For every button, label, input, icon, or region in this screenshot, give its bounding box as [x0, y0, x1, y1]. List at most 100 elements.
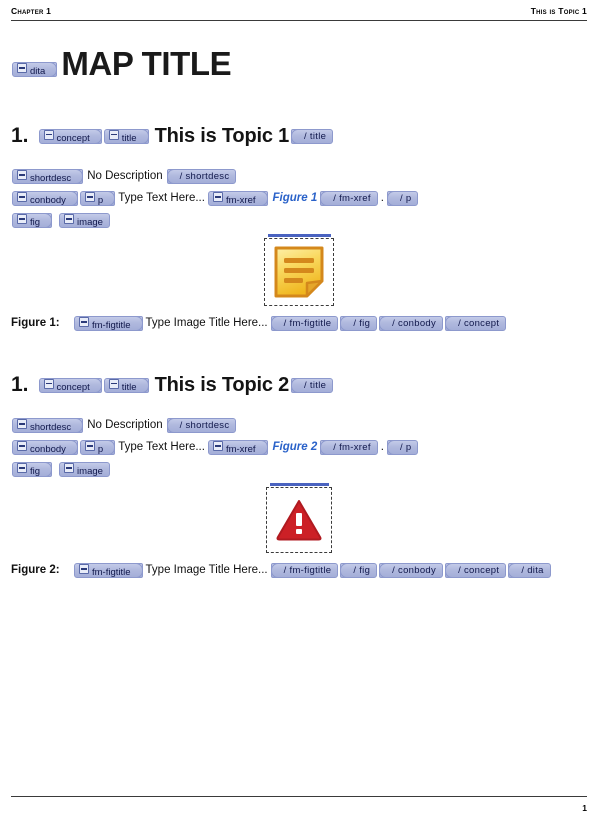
figure-title-text-2[interactable]: Type Image Title Here... [146, 563, 268, 578]
end-tag-shortdesc-2[interactable]: / shortdesc [166, 418, 237, 433]
paragraph-period-2: . [380, 441, 384, 453]
collapse-minus-icon[interactable] [64, 463, 75, 473]
collapse-minus-icon[interactable] [17, 463, 27, 473]
end-tag-p-2[interactable]: / p [386, 440, 419, 455]
start-tag-fm-figtitle-1[interactable]: fm-figtitle [74, 316, 143, 331]
collapse-minus-icon[interactable] [79, 317, 89, 327]
warning-graphic-2 [267, 488, 331, 552]
end-tag-fm-xref-2[interactable]: / fm-xref [320, 440, 378, 455]
topic-heading-2: 1. concept title This is Topic 2 / title [11, 373, 587, 397]
end-tag-fig-1[interactable]: / fig [340, 316, 378, 331]
end-tag-fm-xref-1[interactable]: / fm-xref [320, 191, 378, 206]
anchor-marker [268, 234, 324, 237]
end-tag-fig-2[interactable]: / fig [340, 563, 378, 578]
start-tag-dita[interactable]: dita [12, 62, 58, 77]
collapse-minus-icon[interactable] [17, 170, 27, 180]
graphic-frame-1[interactable] [264, 234, 334, 306]
collapse-minus-icon[interactable] [17, 63, 27, 73]
topic-heading-1: 1. concept title This is Topic 1 / title [11, 124, 587, 148]
paragraph-text-1[interactable]: Type Text Here... [118, 191, 205, 206]
shortdesc-text-2[interactable]: No Description [87, 418, 162, 433]
start-tag-shortdesc-1[interactable]: shortdesc [12, 169, 84, 184]
end-tag-conbody-1[interactable]: / conbody [379, 316, 444, 331]
page-number: 1 [582, 803, 587, 813]
start-tag-concept-1[interactable]: concept [38, 128, 103, 144]
collapse-minus-icon[interactable] [212, 192, 223, 202]
fig-image-tag-line-1: fig image [11, 213, 587, 228]
collapse-minus-icon[interactable] [17, 214, 27, 224]
start-tag-p-2[interactable]: p [79, 440, 116, 455]
start-tag-fig-1[interactable]: fig [12, 213, 53, 228]
topic-number-1: 1. [11, 124, 29, 147]
conbody-paragraph-line-2: conbody p Type Text Here... fm-xref Figu… [11, 440, 587, 455]
warning-icon [276, 500, 322, 541]
collapse-minus-icon[interactable] [79, 564, 89, 574]
end-tag-concept-1[interactable]: / concept [445, 316, 507, 331]
start-tag-conbody-1[interactable]: conbody [12, 191, 78, 206]
start-tag-title-2[interactable]: title [103, 377, 149, 393]
collapse-minus-icon[interactable] [108, 378, 119, 389]
start-tag-title-1[interactable]: title [103, 128, 149, 144]
header-right-text: This is Topic 1 [530, 6, 587, 16]
map-title-row: dita MAP TITLE [11, 34, 587, 82]
collapse-minus-icon[interactable] [84, 192, 95, 202]
figure-caption-line-1: Figure 1: fm-figtitle Type Image Title H… [11, 316, 587, 331]
graphic-frame-2[interactable] [266, 483, 332, 553]
figure-title-text-1[interactable]: Type Image Title Here... [146, 316, 268, 331]
collapse-minus-icon[interactable] [108, 129, 119, 140]
end-tag-concept-2[interactable]: / concept [445, 563, 507, 578]
topic-number-2: 1. [11, 373, 29, 396]
conbody-paragraph-line-1: conbody p Type Text Here... fm-xref Figu… [11, 191, 587, 206]
xref-text-2[interactable]: Figure 2 [273, 440, 318, 455]
note-icon [274, 246, 324, 298]
end-tag-shortdesc-1[interactable]: / shortdesc [166, 169, 237, 184]
end-tag-fm-figtitle-2[interactable]: / fm-figtitle [270, 563, 339, 578]
start-tag-p-1[interactable]: p [79, 191, 116, 206]
topic-title-2[interactable]: This is Topic 2 [155, 373, 290, 397]
collapse-minus-icon[interactable] [17, 192, 27, 202]
shortdesc-text-1[interactable]: No Description [87, 169, 162, 184]
topic-title-1[interactable]: This is Topic 1 [155, 124, 290, 148]
collapse-minus-icon[interactable] [17, 419, 27, 429]
end-tag-dita[interactable]: / dita [508, 563, 551, 578]
start-tag-fm-xref-2[interactable]: fm-xref [207, 440, 268, 455]
start-tag-fm-figtitle-2[interactable]: fm-figtitle [74, 563, 143, 578]
map-title[interactable]: MAP TITLE [61, 46, 231, 82]
shortdesc-line-1: shortdesc No Description / shortdesc [11, 169, 587, 184]
anchor-marker-secondary [324, 234, 331, 237]
note-graphic-1 [265, 239, 333, 305]
collapse-minus-icon[interactable] [43, 378, 54, 389]
collapse-minus-icon[interactable] [17, 441, 27, 451]
xref-text-1[interactable]: Figure 1 [273, 191, 318, 206]
paragraph-period-1: . [380, 192, 384, 204]
figure-graphic-block-2 [11, 483, 587, 553]
start-tag-shortdesc-2[interactable]: shortdesc [12, 418, 84, 433]
start-tag-fm-xref-1[interactable]: fm-xref [207, 191, 268, 206]
end-tag-fm-figtitle-1[interactable]: / fm-figtitle [270, 316, 339, 331]
collapse-minus-icon[interactable] [212, 441, 223, 451]
end-tag-title-2[interactable]: / title [291, 377, 334, 393]
end-tag-p-1[interactable]: / p [386, 191, 419, 206]
end-tag-conbody-2[interactable]: / conbody [379, 563, 444, 578]
start-tag-conbody-2[interactable]: conbody [12, 440, 78, 455]
anchor-marker-secondary [322, 483, 329, 486]
fig-image-tag-line-2: fig image [11, 462, 587, 477]
start-tag-fig-2[interactable]: fig [12, 462, 53, 477]
document-page: Chapter 1 This is Topic 1 dita MAP TITLE… [0, 0, 598, 822]
collapse-minus-icon[interactable] [64, 214, 75, 224]
collapse-minus-icon[interactable] [43, 129, 54, 140]
figure-graphic-block-1 [11, 234, 587, 306]
end-tag-title-1[interactable]: / title [291, 128, 334, 144]
topic-section-1: 1. concept title This is Topic 1 / title… [11, 124, 587, 331]
start-tag-concept-2[interactable]: concept [38, 377, 103, 393]
anchor-marker [270, 483, 326, 486]
collapse-minus-icon[interactable] [84, 441, 95, 451]
empty-tag-image-1[interactable]: image [59, 213, 110, 228]
header-left-text: Chapter 1 [11, 6, 52, 16]
paragraph-text-2[interactable]: Type Text Here... [118, 440, 205, 455]
empty-tag-image-2[interactable]: image [59, 462, 110, 477]
